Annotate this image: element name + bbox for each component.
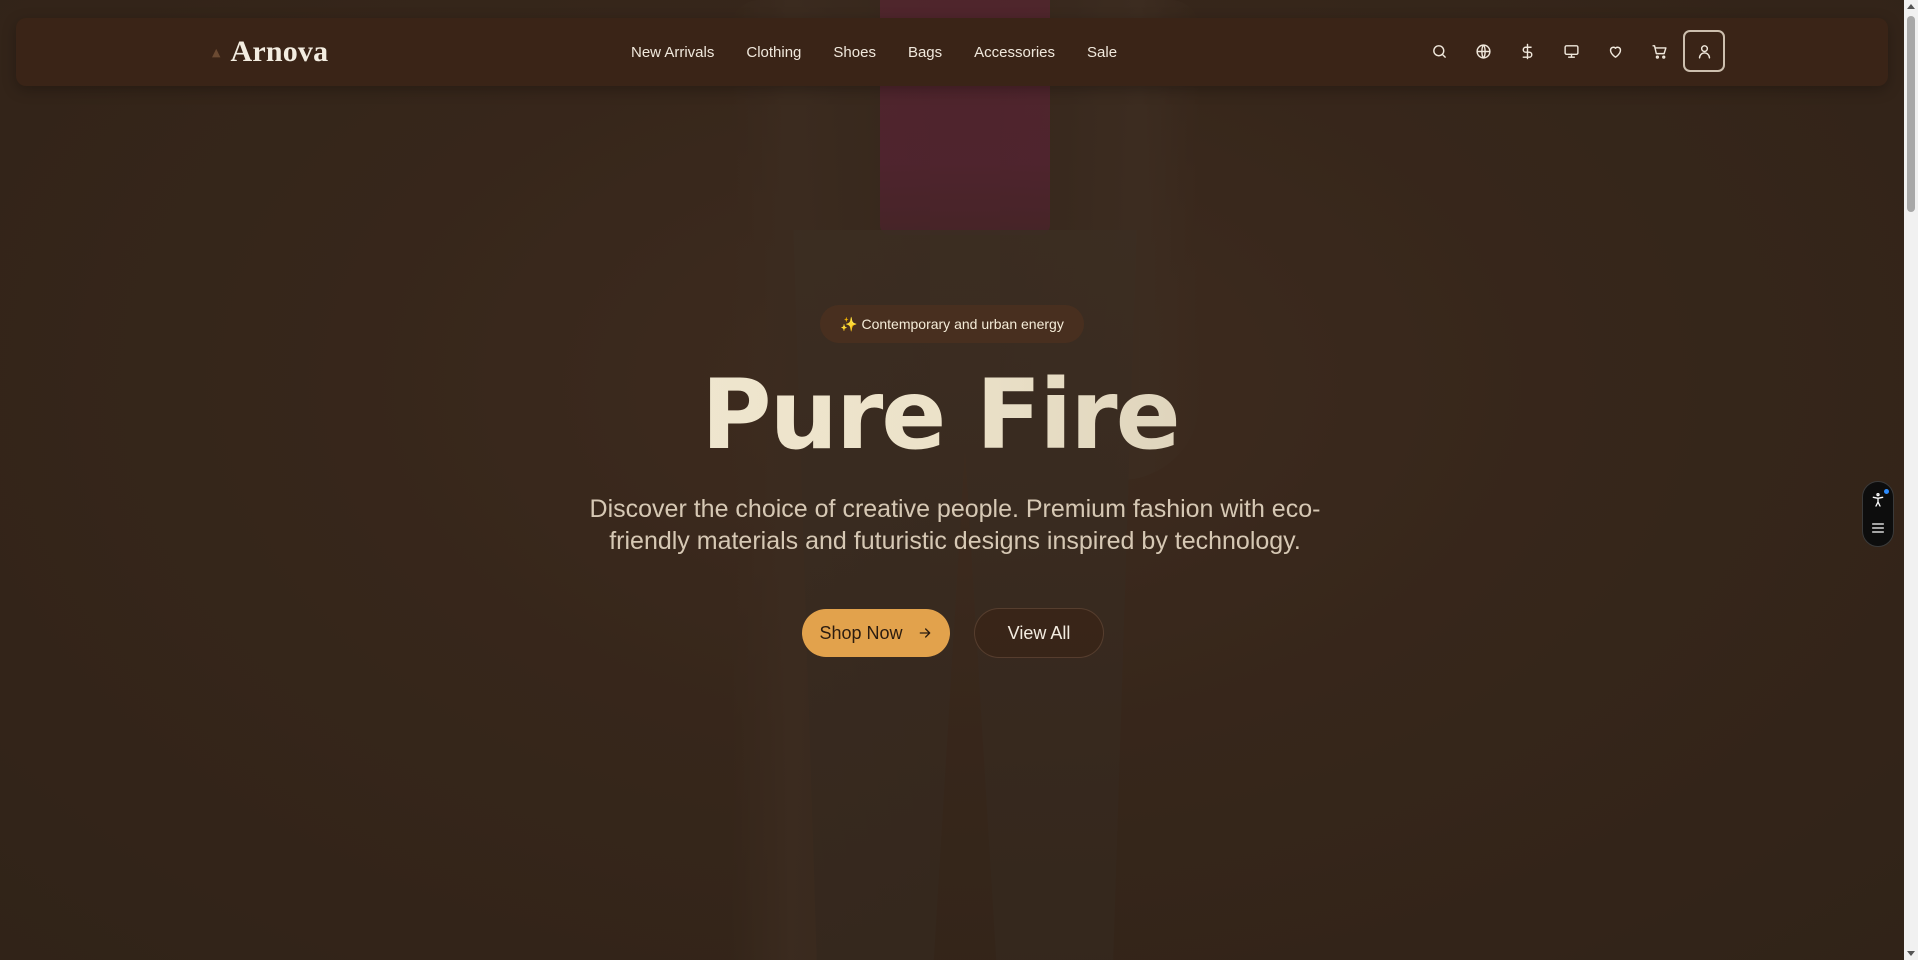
user-icon (1698, 44, 1710, 59)
notification-dot (1884, 489, 1889, 494)
nav-accessories[interactable]: Accessories (974, 44, 1055, 61)
currency-button[interactable] (1505, 29, 1549, 73)
scroll-up-arrow[interactable] (1907, 4, 1915, 9)
dollar-icon (1522, 43, 1532, 59)
cart-icon (1651, 44, 1667, 59)
hero-subtitle: Discover the choice of creative people. … (589, 495, 1321, 555)
brand-name: Arnova (230, 35, 329, 68)
main-nav: New Arrivals Clothing Shoes Bags Accesso… (631, 18, 1117, 86)
globe-icon (1475, 43, 1491, 59)
logo-mark-icon: ▲ (212, 45, 221, 59)
page-scrollbar[interactable] (1904, 0, 1918, 960)
accessibility-button[interactable] (1865, 487, 1891, 513)
language-button[interactable] (1461, 29, 1505, 73)
shop-now-button[interactable]: Shop Now (802, 609, 950, 657)
hero-title: Pure Fire (0, 360, 1880, 470)
scroll-thumb[interactable] (1907, 16, 1915, 212)
nav-new-arrivals[interactable]: New Arrivals (631, 44, 714, 61)
menu-button[interactable] (1865, 515, 1891, 541)
accessibility-widget (1862, 481, 1894, 547)
search-icon (1432, 44, 1446, 58)
hamburger-menu-icon (1872, 523, 1884, 533)
scroll-down-arrow[interactable] (1907, 951, 1915, 956)
view-all-button[interactable]: View All (974, 608, 1104, 658)
account-button[interactable] (1683, 30, 1725, 72)
brand-logo[interactable]: ▲ Arnova (212, 18, 328, 86)
heart-icon (1609, 46, 1621, 58)
cart-button[interactable] (1637, 29, 1681, 73)
accessibility-icon (1872, 493, 1884, 507)
wishlist-button[interactable] (1593, 29, 1637, 73)
nav-clothing[interactable]: Clothing (746, 44, 801, 61)
site-header: ▲ Arnova New Arrivals Clothing Shoes Bag… (16, 18, 1888, 86)
hero-badge: ✨ Contemporary and urban energy (820, 305, 1084, 343)
header-actions (1417, 29, 1725, 73)
hero-overlay (0, 0, 1904, 960)
hero-section: ✨ Contemporary and urban energy Pure Fir… (0, 0, 1904, 960)
shop-now-label: Shop Now (819, 622, 903, 643)
nav-sale[interactable]: Sale (1087, 44, 1117, 61)
display-button[interactable] (1549, 29, 1593, 73)
arrow-right-icon (919, 628, 930, 638)
search-button[interactable] (1417, 29, 1461, 73)
nav-shoes[interactable]: Shoes (833, 44, 876, 61)
display-icon (1563, 44, 1579, 58)
nav-bags[interactable]: Bags (908, 44, 942, 61)
